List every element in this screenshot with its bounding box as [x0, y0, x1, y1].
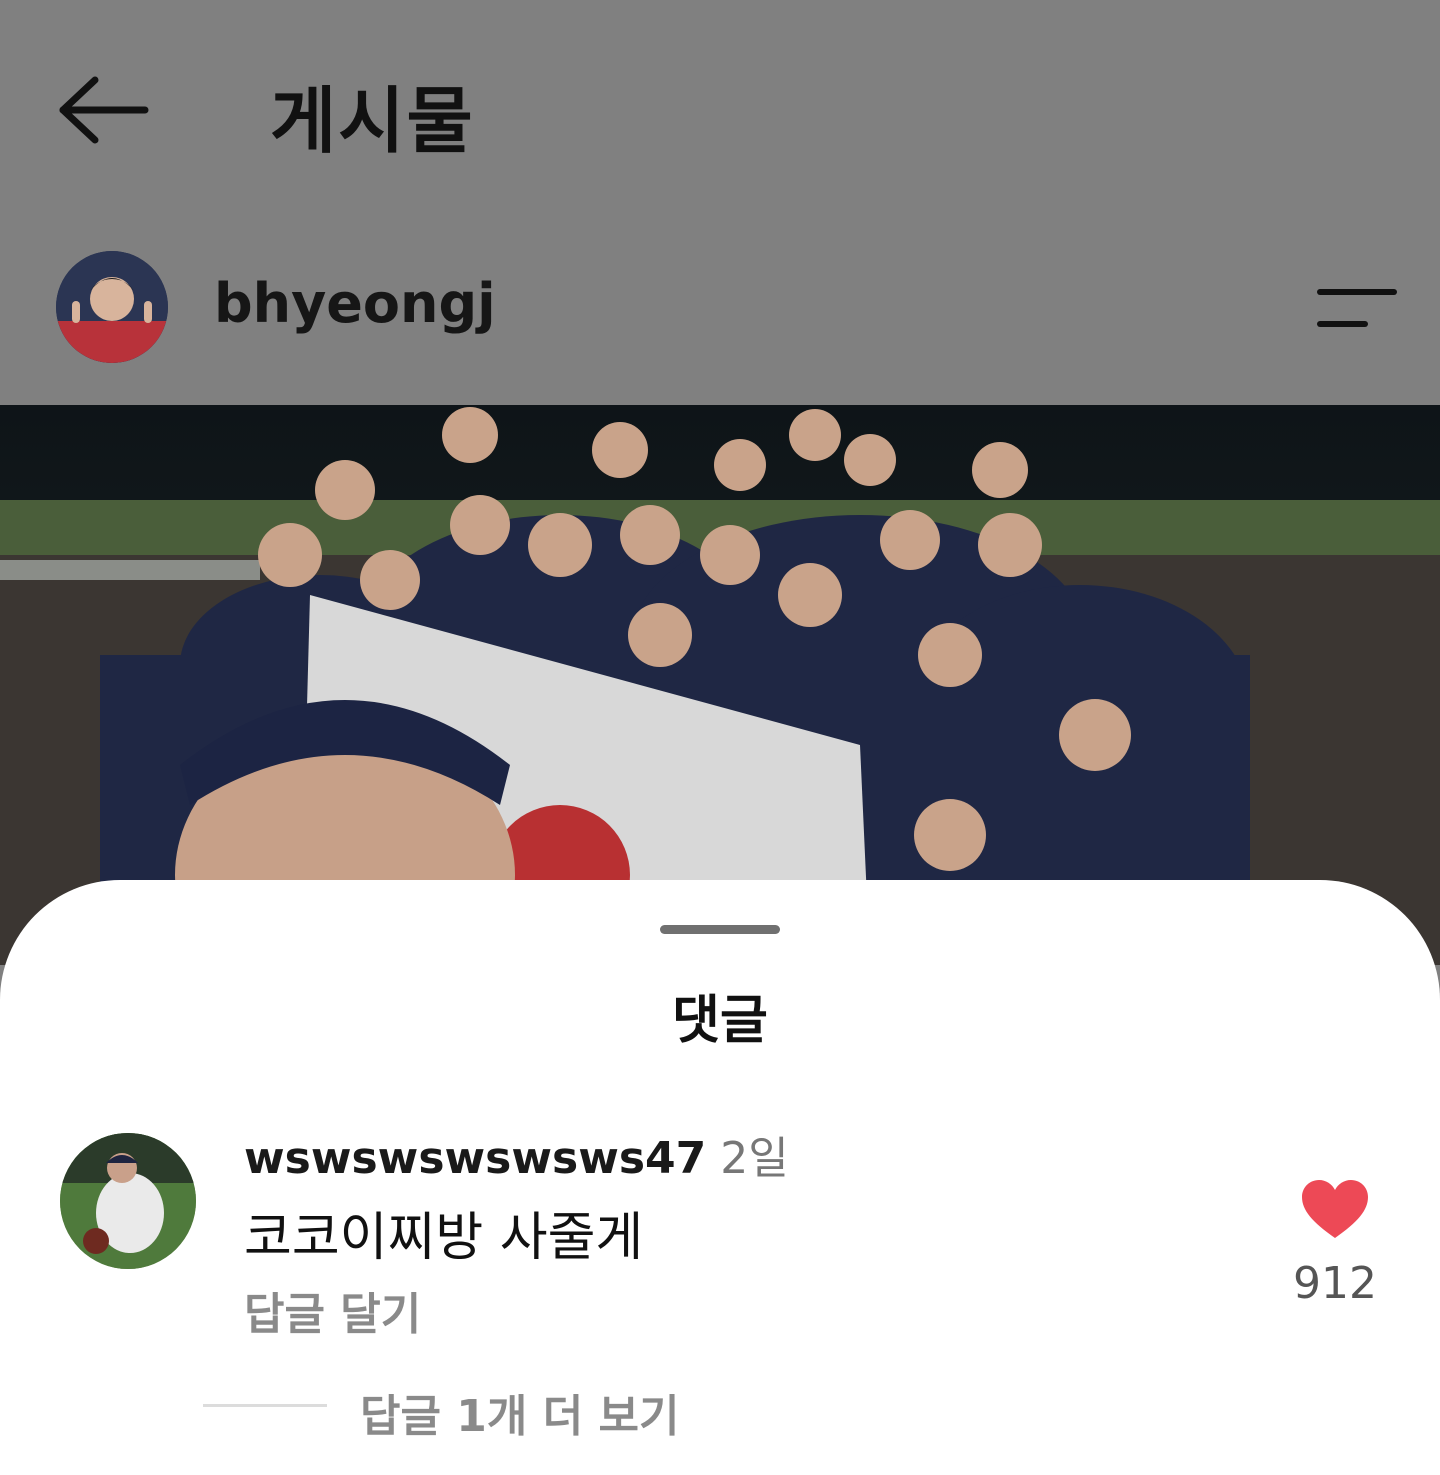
comment-time: 2일	[720, 1133, 789, 1184]
author-username[interactable]: bhyeongj	[214, 272, 496, 335]
like-count: 912	[1293, 1258, 1377, 1309]
post-menu-button[interactable]	[1310, 280, 1405, 335]
back-button[interactable]	[55, 70, 155, 150]
comments-sheet: 댓글 wswswswswsws47 2일 코코이찌방 사줄게 답글 달기 912 …	[0, 880, 1440, 1475]
comment-avatar[interactable]	[60, 1133, 196, 1269]
heart-icon	[1302, 1180, 1368, 1238]
comments-title: 댓글	[672, 991, 768, 1051]
author-avatar[interactable]	[56, 251, 168, 363]
post-header: bhyeongj	[0, 210, 1440, 405]
top-bar: 게시물	[0, 0, 1440, 210]
comment-text: 코코이찌방 사줄게	[244, 1208, 644, 1268]
reply-button[interactable]: 답글 달기	[244, 1278, 421, 1342]
comment-author[interactable]: wswswswswsws47 2일	[244, 1122, 789, 1186]
sheet-drag-handle[interactable]	[660, 925, 780, 934]
view-more-replies-button[interactable]: 답글 1개 더 보기	[360, 1380, 679, 1444]
like-button[interactable]	[1300, 1178, 1370, 1240]
page-title: 게시물	[270, 79, 475, 163]
arrow-left-icon	[59, 76, 149, 144]
menu-icon	[1317, 289, 1397, 327]
comment-username[interactable]: wswswswswsws47	[244, 1133, 706, 1184]
divider-line	[203, 1404, 327, 1407]
